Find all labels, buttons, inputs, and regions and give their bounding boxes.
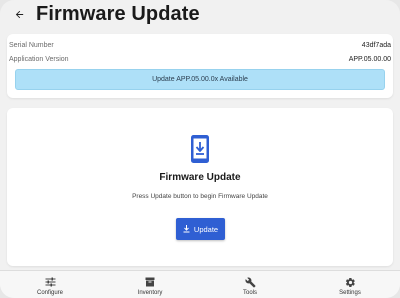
download-icon bbox=[183, 225, 190, 233]
nav-tools[interactable]: Tools bbox=[200, 271, 300, 298]
archive-icon bbox=[145, 277, 155, 287]
page-title: Firmware Update bbox=[36, 3, 200, 25]
header: Firmware Update bbox=[0, 0, 400, 30]
nav-settings[interactable]: Settings bbox=[300, 271, 400, 298]
app-version-label: Application Version bbox=[9, 55, 69, 63]
nav-configure[interactable]: Configure bbox=[0, 271, 100, 298]
arrow-left-icon bbox=[15, 10, 23, 18]
bottom-nav: Configure Inventory Tools Settings bbox=[0, 270, 400, 298]
serial-number-row: Serial Number 43df7ada bbox=[9, 39, 391, 51]
serial-number-value: 43df7ada bbox=[361, 41, 391, 49]
nav-tools-label: Tools bbox=[242, 290, 257, 296]
firmware-update-card bbox=[7, 108, 393, 266]
phone-download-icon bbox=[191, 135, 209, 163]
nav-inventory[interactable]: Inventory bbox=[100, 271, 200, 298]
nav-inventory-label: Inventory bbox=[137, 290, 163, 296]
update-button[interactable]: Update bbox=[176, 218, 225, 240]
update-button-label: Update bbox=[193, 224, 219, 234]
nav-settings-label: Settings bbox=[339, 290, 361, 296]
serial-number-label: Serial Number bbox=[9, 41, 54, 49]
app-version-row: Application Version APP.05.00.00 bbox=[9, 53, 391, 65]
nav-configure-label: Configure bbox=[36, 290, 63, 296]
app-screen: Firmware Update Serial Number 43df7ada A… bbox=[0, 0, 400, 298]
wrench-icon bbox=[244, 277, 256, 288]
gear-icon bbox=[345, 278, 355, 287]
update-card-title: Firmware Update bbox=[159, 172, 241, 183]
update-card-description: Press Update button to begin Firmware Up… bbox=[132, 193, 268, 200]
app-version-value: APP.05.00.00 bbox=[348, 55, 391, 63]
back-button[interactable] bbox=[10, 5, 28, 23]
update-available-banner[interactable]: Update APP.05.00.0x Available bbox=[15, 69, 385, 90]
sliders-icon bbox=[45, 277, 55, 287]
